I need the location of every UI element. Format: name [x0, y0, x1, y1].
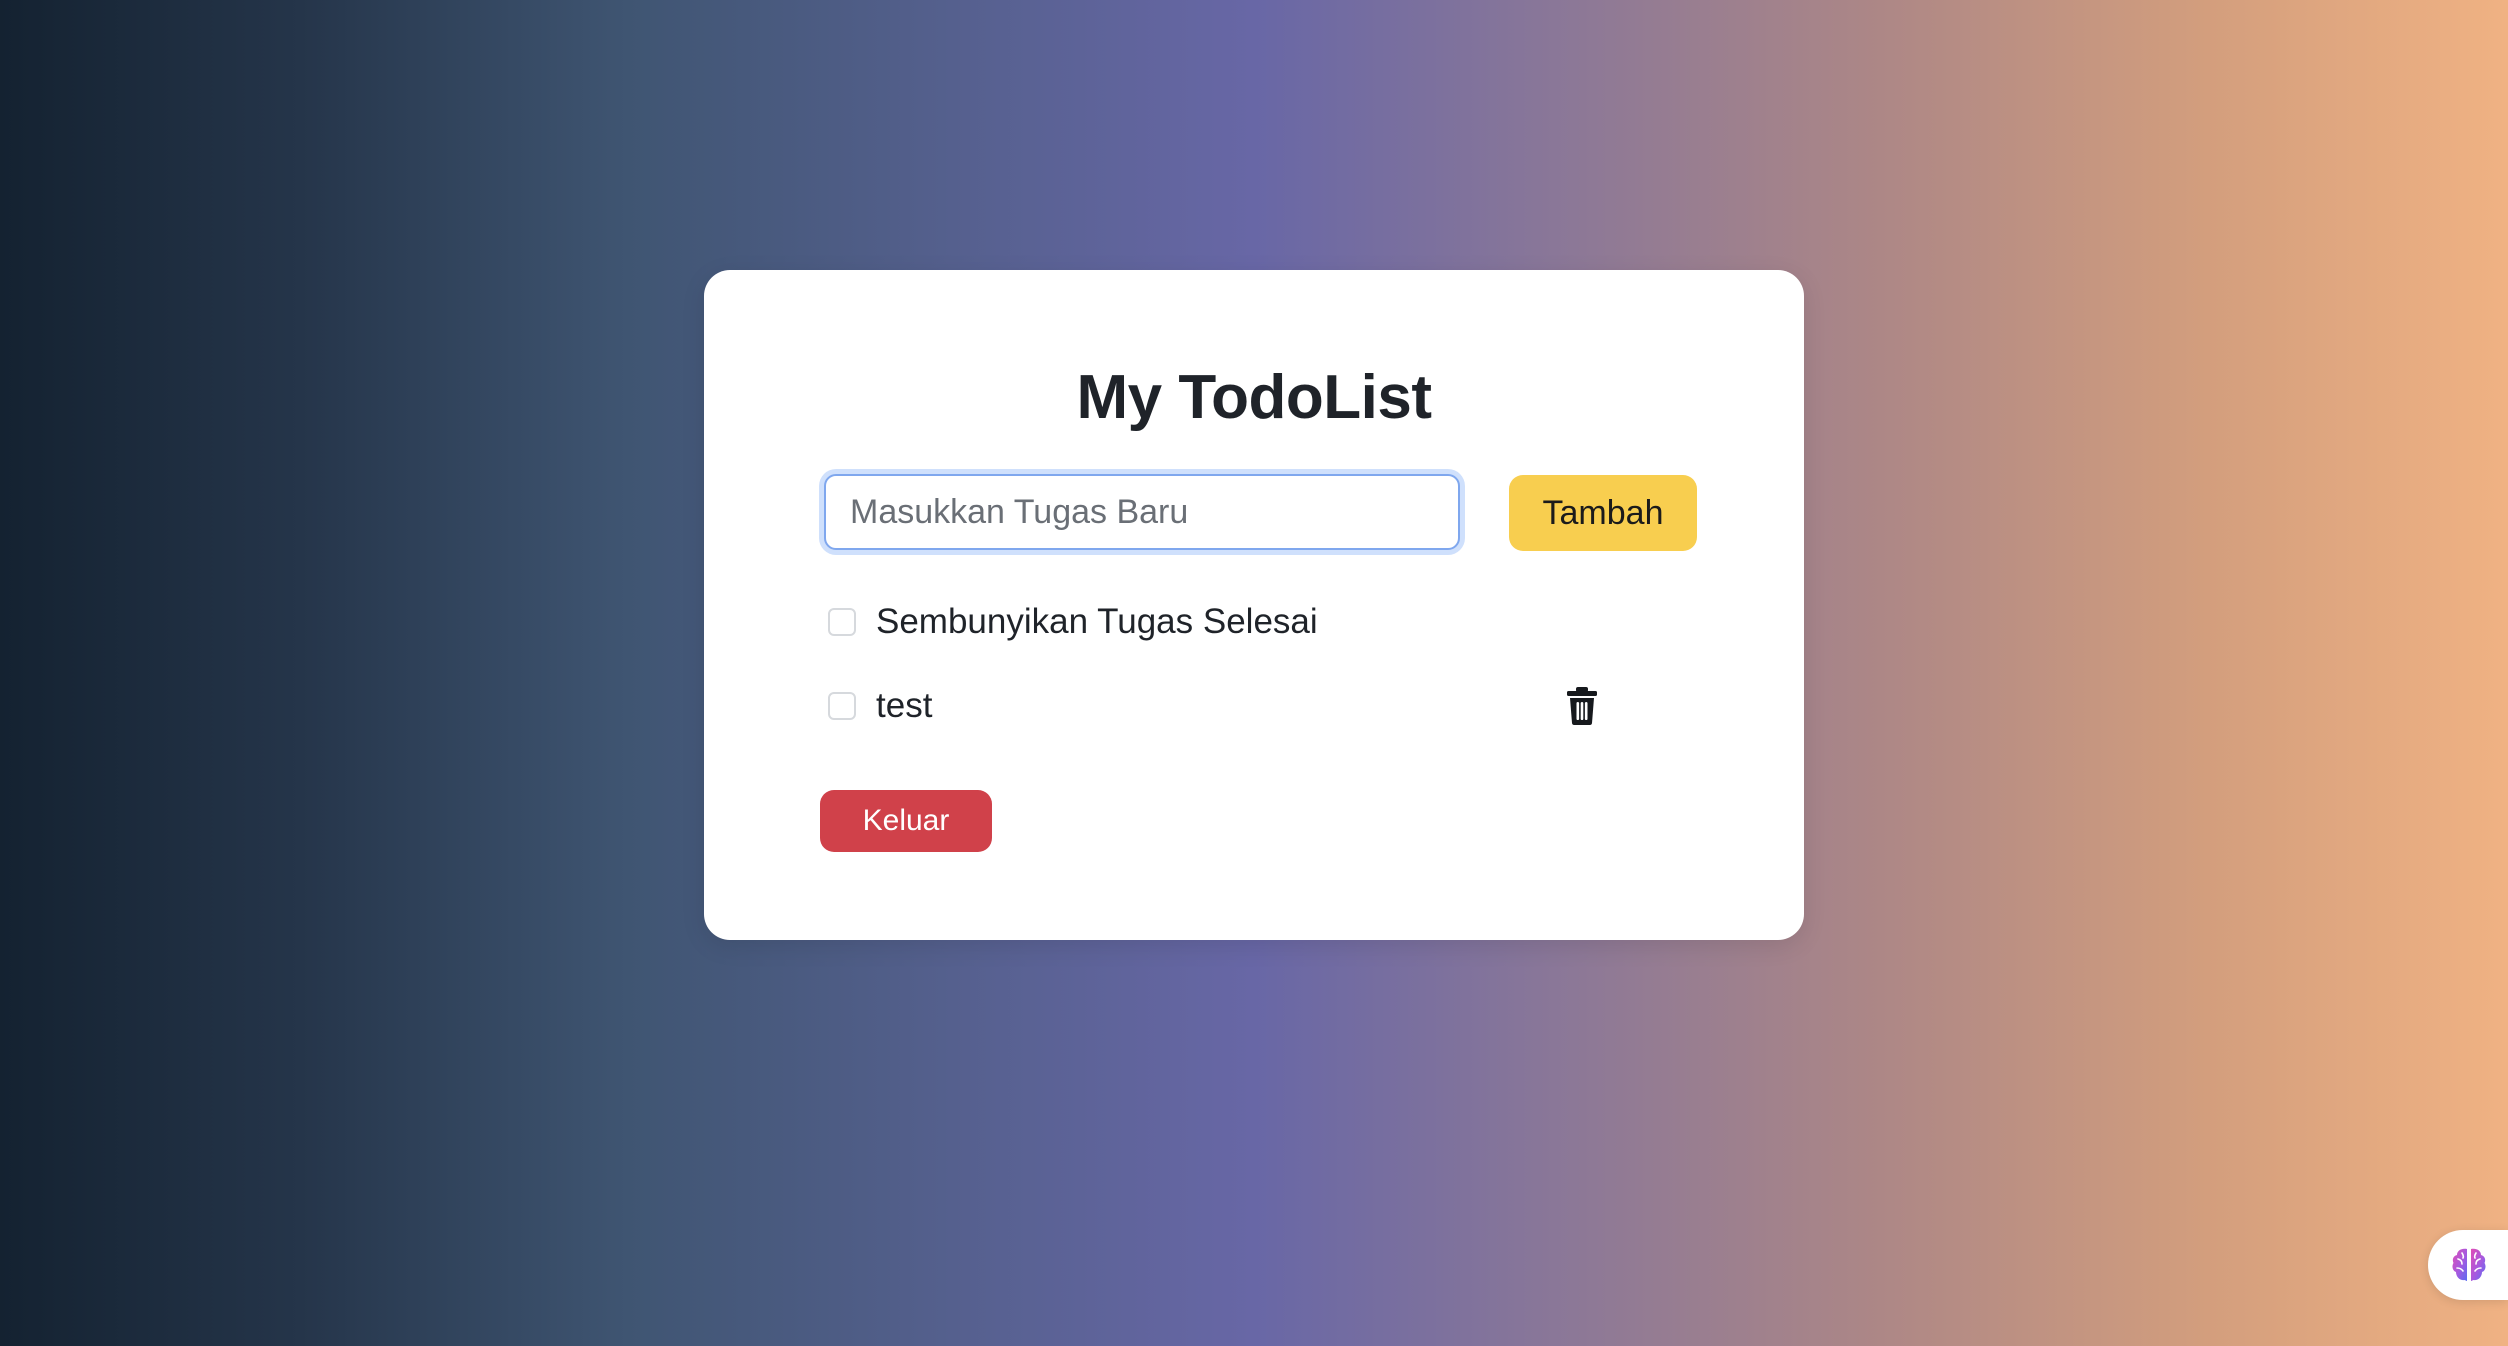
trash-icon[interactable] — [1565, 686, 1599, 726]
page-title: My TodoList — [1076, 363, 1432, 432]
todo-card: My TodoList Tambah Sembunyikan Tugas Sel… — [704, 270, 1804, 940]
new-task-input[interactable] — [824, 474, 1460, 550]
hide-completed-checkbox[interactable] — [828, 608, 856, 636]
trash-icon-graphic — [1567, 687, 1597, 725]
hide-completed-toggle[interactable]: Sembunyikan Tugas Selesai — [824, 602, 1318, 642]
task-item: test — [824, 686, 932, 726]
task-complete-checkbox[interactable] — [828, 692, 856, 720]
logout-button[interactable]: Keluar — [820, 790, 992, 852]
brain-icon — [2452, 1248, 2486, 1281]
add-task-button[interactable]: Tambah — [1509, 475, 1697, 551]
task-label: test — [876, 686, 933, 725]
floating-helper-button[interactable] — [2428, 1230, 2508, 1300]
hide-completed-label: Sembunyikan Tugas Selesai — [876, 602, 1318, 641]
